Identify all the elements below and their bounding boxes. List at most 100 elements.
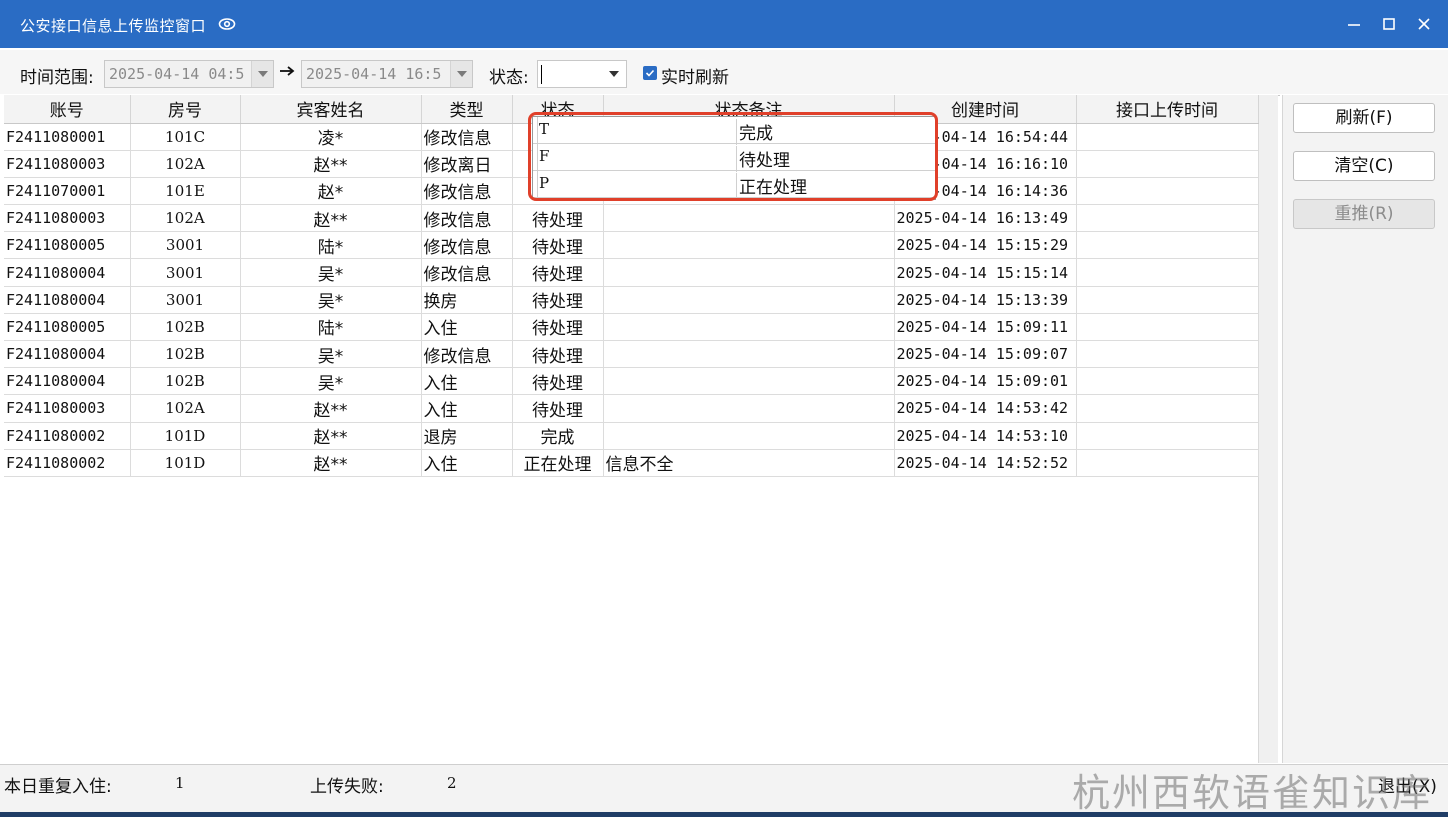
table-cell: 2025-04-14 15:09:11 [894,313,1077,342]
minimize-icon[interactable] [1340,10,1368,38]
table-cell: 2025-04-14 15:15:29 [894,231,1077,260]
table-cell: F2411080004 [4,367,131,396]
column-header[interactable]: 接口上传时间 [1076,95,1259,124]
text-caret [541,65,542,84]
table-cell: 待处理 [512,313,604,342]
chevron-down-icon[interactable] [450,61,472,87]
table-cell: 2025-04-14 15:09:01 [894,367,1077,396]
table-cell: 102A [130,394,241,423]
table-cell: 修改信息 [421,258,513,287]
maximize-icon[interactable] [1375,10,1403,38]
status-select[interactable] [537,60,627,88]
table-cell: 101D [130,449,241,477]
column-header[interactable]: 账号 [4,95,131,124]
table-row[interactable]: F2411080003 102A 赵** 入住 待处理 2025-04-14 14:53:… [4,394,1259,423]
table-cell: 赵** [240,394,422,423]
table-row[interactable]: F2411080002 101D 赵** 入住 正在处理 信息不全 2025-04-14 1… [4,449,1259,477]
table-cell: 2025-04-14 14:52:52 [894,449,1077,477]
table-row[interactable]: F2411080005 102B 陆* 入住 待处理 2025-04-14 15:09:1… [4,313,1259,342]
table-cell: 凌* [240,123,422,151]
table-cell [1076,340,1259,369]
table-cell: 入住 [421,313,513,342]
table-cell: F2411080002 [4,422,131,450]
table-cell [1076,394,1259,423]
table-cell: 待处理 [512,204,604,233]
table-cell: F2411070001 [4,177,131,206]
chevron-down-icon[interactable] [251,61,273,87]
table-cell: 102A [130,150,241,178]
table-cell: 待处理 [512,394,604,423]
table-cell [603,204,895,233]
table-cell [603,258,895,287]
table-row[interactable]: F2411080004 102B 吴* 修改信息 待处理 2025-04-14 15:09… [4,340,1259,369]
highlight-annotation [528,112,938,201]
table-cell: 待处理 [512,258,604,287]
column-header[interactable]: 类型 [421,95,513,124]
clear-button[interactable]: 清空(C) [1293,151,1435,181]
table-cell [1076,231,1259,260]
table-cell: F2411080003 [4,204,131,233]
repeat-checkin-value: 1 [175,774,185,792]
repush-button[interactable]: 重推(R) [1293,199,1435,229]
chevron-down-icon[interactable] [606,65,622,83]
table-cell [603,422,895,450]
table-row[interactable]: F2411080002 101D 赵** 退房 完成 2025-04-14 14:53:1… [4,422,1259,450]
table-cell: 101D [130,422,241,450]
close-icon[interactable] [1410,10,1438,38]
table-cell [1076,123,1259,151]
start-datetime-picker[interactable]: 2025-04-14 04:5 [104,60,274,88]
column-header[interactable]: 房号 [130,95,241,124]
repeat-checkin-label: 本日重复入住: [4,777,112,797]
eye-icon[interactable] [218,16,236,32]
table-cell: 入住 [421,367,513,396]
realtime-refresh-checkbox[interactable] [643,66,657,80]
table-row[interactable]: F2411080004 3001 吴* 修改信息 待处理 2025-04-14 15:15… [4,258,1259,287]
vertical-scrollbar[interactable] [1258,95,1278,763]
table-cell: 赵** [240,449,422,477]
table-cell [603,231,895,260]
watermark: 杭州西软语雀知识库 [1072,771,1433,815]
upload-fail-label: 上传失败: [310,777,384,797]
column-header[interactable]: 宾客姓名 [240,95,422,124]
table-cell: 101C [130,123,241,151]
table-cell [1076,313,1259,342]
table-cell: 修改信息 [421,204,513,233]
table-cell: 吴* [240,340,422,369]
realtime-refresh-label[interactable]: 实时刷新 [661,63,729,88]
table-cell: 待处理 [512,340,604,369]
table-row[interactable]: F2411080004 102B 吴* 入住 待处理 2025-04-14 15:09:0… [4,367,1259,396]
table-cell: 待处理 [512,367,604,396]
title-bar: 公安接口信息上传监控窗口 [0,0,1448,48]
table-cell: 赵** [240,150,422,178]
window-bottom-border [0,812,1448,817]
table-cell: 2025-04-14 16:13:49 [894,204,1077,233]
table-cell: 2025-04-14 14:53:42 [894,394,1077,423]
table-cell: 陆* [240,313,422,342]
table-cell: 修改离日 [421,150,513,178]
table-cell: 赵** [240,204,422,233]
start-datetime-value: 2025-04-14 04:5 [109,65,245,83]
table-cell: 赵** [240,422,422,450]
table-cell [603,286,895,314]
table-cell: 2025-04-14 14:53:10 [894,422,1077,450]
status-label: 状态: [489,68,529,88]
table-cell: 修改信息 [421,123,513,151]
table-row[interactable]: F2411080005 3001 陆* 修改信息 待处理 2025-04-14 15:15… [4,231,1259,260]
table-cell: 2025-04-14 15:09:07 [894,340,1077,369]
end-datetime-picker[interactable]: 2025-04-14 16:5 [301,60,473,88]
table-cell: F2411080003 [4,150,131,178]
table-cell: 吴* [240,286,422,314]
table-row[interactable]: F2411080003 102A 赵** 修改信息 待处理 2025-04-14 16:1… [4,204,1259,233]
window-title: 公安接口信息上传监控窗口 [20,17,207,35]
table-cell [603,367,895,396]
table-cell: 退房 [421,422,513,450]
table-cell: 3001 [130,286,241,314]
table-cell: F2411080004 [4,286,131,314]
table-cell: 2025-04-14 15:15:14 [894,258,1077,287]
table-row[interactable]: F2411080004 3001 吴* 换房 待处理 2025-04-14 15:13:3… [4,286,1259,314]
table-cell [1076,258,1259,287]
refresh-button[interactable]: 刷新(F) [1293,103,1435,133]
table-cell [1076,177,1259,206]
table-cell: 待处理 [512,286,604,314]
table-cell [1076,286,1259,314]
